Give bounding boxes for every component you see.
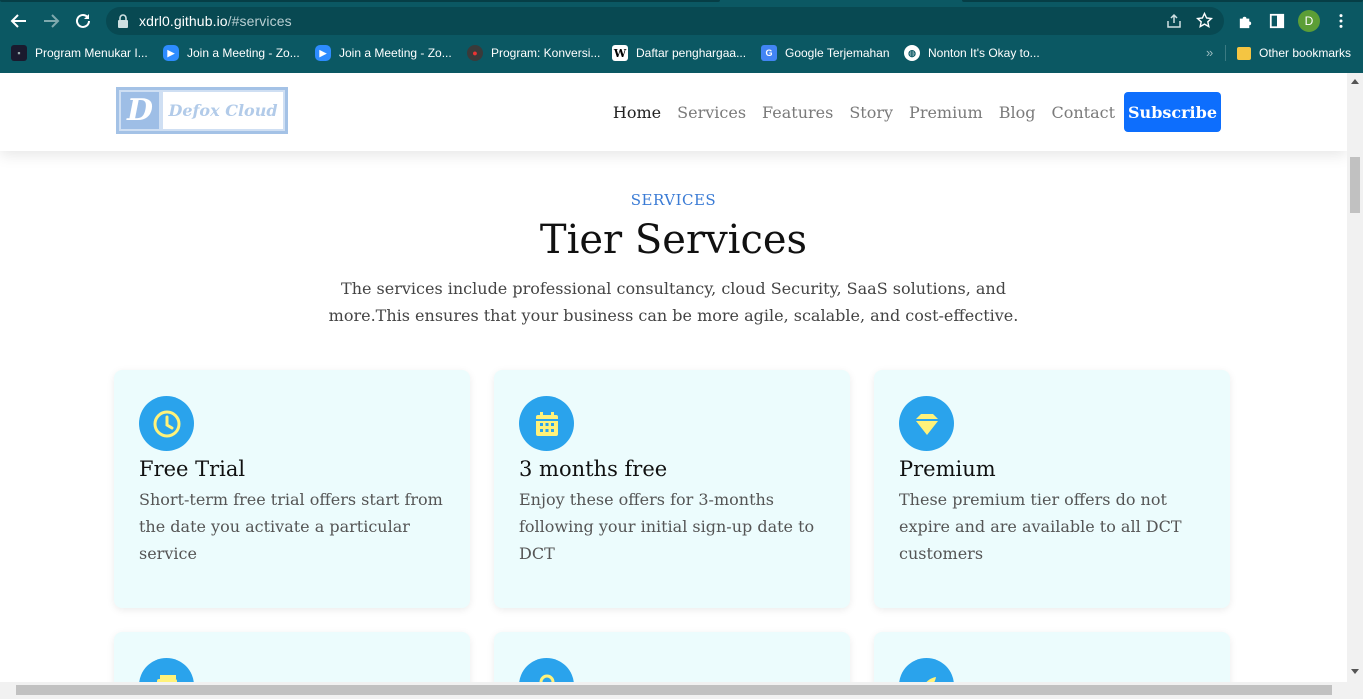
lock-icon (118, 14, 128, 28)
extensions-button[interactable] (1234, 10, 1256, 32)
address-bar[interactable]: xdrl0.github.io/#services (106, 7, 1224, 35)
side-panel-button[interactable] (1266, 10, 1288, 32)
card-title: 3 months free (519, 457, 668, 481)
google-translate-icon: G (761, 45, 777, 61)
bookmark-label: Join a Meeting - Zo... (339, 46, 452, 60)
bookmark-label: Join a Meeting - Zo... (187, 46, 300, 60)
bookmark-star-icon[interactable] (1196, 12, 1213, 29)
nav-link-contact[interactable]: Contact (1051, 103, 1115, 122)
browser-menu-button[interactable] (1330, 10, 1352, 32)
puzzle-icon (1239, 16, 1251, 28)
key-icon (519, 658, 574, 682)
bookmark-item[interactable]: W Daftar penghargaa... (612, 44, 746, 62)
service-card-free-trial[interactable]: Free Trial Short-term free trial offers … (114, 370, 470, 608)
service-card-3-months-free[interactable]: 3 months free Enjoy these offers for 3-m… (494, 370, 850, 608)
wikipedia-icon: W (612, 45, 628, 61)
back-button[interactable] (7, 9, 31, 33)
scroll-up-arrow[interactable] (1351, 79, 1359, 84)
share-icon[interactable] (1166, 13, 1182, 29)
other-bookmarks-label: Other bookmarks (1259, 46, 1352, 60)
folder-icon (1237, 46, 1251, 60)
clock-icon (139, 396, 194, 451)
bookmark-item[interactable]: G Google Terjemahan (761, 44, 890, 62)
arrow-right-icon (44, 14, 60, 28)
service-card[interactable] (494, 632, 850, 682)
card-description: Short-term free trial offers start from … (139, 490, 443, 563)
page-viewport: D Defox Cloud Home Services Features Sto… (0, 73, 1347, 682)
service-card[interactable] (874, 632, 1230, 682)
bookmark-label: Google Terjemahan (785, 46, 890, 60)
nav-link-home[interactable]: Home (613, 103, 661, 122)
url-text[interactable]: xdrl0.github.io/#services (139, 13, 292, 29)
wallet-icon (139, 658, 194, 682)
other-bookmarks-folder[interactable]: Other bookmarks (1237, 44, 1351, 62)
bookmark-item[interactable]: ◍ Nonton It's Okay to... (904, 44, 1040, 62)
nav-link-premium[interactable]: Premium (909, 103, 983, 122)
section-eyebrow: SERVICES (630, 191, 717, 209)
rocket-icon (899, 658, 954, 682)
vertical-scrollbar[interactable] (1347, 73, 1363, 682)
bookmarks-overflow-chevron[interactable]: » (1206, 45, 1213, 60)
scrollbar-thumb[interactable] (16, 685, 1332, 695)
side-panel-icon (1269, 13, 1285, 29)
site-navbar: D Defox Cloud Home Services Features Sto… (0, 73, 1347, 151)
forward-button[interactable] (39, 9, 63, 33)
gem-icon (899, 396, 954, 451)
bookmark-label: Program Menukar I... (35, 46, 148, 60)
browser-chrome: xdrl0.github.io/#services D ▪ Program Me… (0, 0, 1363, 73)
nav-link-story[interactable]: Story (849, 103, 893, 122)
arrow-left-icon (10, 14, 26, 28)
logo-mark: D (121, 92, 159, 129)
card-title: Premium (899, 457, 996, 481)
bookmark-item[interactable]: ▶ Join a Meeting - Zo... (163, 44, 300, 62)
nav-link-services[interactable]: Services (677, 103, 746, 122)
nav-link-features[interactable]: Features (762, 103, 833, 122)
bookmark-label: Daftar penghargaa... (636, 46, 747, 60)
card-title: Free Trial (139, 457, 246, 481)
reload-icon (76, 13, 90, 28)
subscribe-button[interactable]: Subscribe (1124, 92, 1221, 132)
card-description: Enjoy these offers for 3-months followin… (519, 490, 815, 563)
bookmarks-bar: ▪ Program Menukar I... ▶ Join a Meeting … (0, 40, 1363, 66)
scrollbar-thumb[interactable] (1350, 157, 1360, 213)
site-logo[interactable]: D Defox Cloud (116, 87, 288, 134)
service-card-premium[interactable]: Premium These premium tier offers do not… (874, 370, 1230, 608)
nav-link-blog[interactable]: Blog (999, 103, 1036, 122)
red-app-icon: ● (467, 45, 483, 61)
tab-strip (0, 0, 1363, 3)
logo-text: Defox Cloud (163, 92, 283, 129)
bookmark-item[interactable]: ▪ Program Menukar I... (11, 44, 148, 62)
bookmark-item[interactable]: ▶ Join a Meeting - Zo... (315, 44, 452, 62)
card-description: These premium tier offers do not expire … (899, 490, 1182, 563)
horizontal-scrollbar[interactable] (0, 682, 1363, 699)
bookmark-label: Nonton It's Okay to... (928, 46, 1040, 60)
bookmark-label: Program: Konversi... (491, 46, 601, 60)
section-title: Tier Services (539, 217, 808, 263)
kebab-menu-icon (1339, 14, 1343, 28)
bookmarks-divider (1225, 45, 1226, 61)
nav-menu: Home Services Features Story Premium Blo… (597, 92, 1221, 132)
reload-button[interactable] (71, 9, 95, 33)
scroll-down-arrow[interactable] (1351, 669, 1359, 674)
section-description: The services include professional consul… (328, 279, 1019, 325)
dark-app-icon: ▪ (11, 45, 27, 61)
globe-icon: ◍ (904, 45, 920, 61)
profile-avatar[interactable]: D (1298, 10, 1320, 32)
service-card[interactable] (114, 632, 470, 682)
zoom-icon: ▶ (163, 45, 179, 61)
bookmark-item[interactable]: ● Program: Konversi... (467, 44, 600, 62)
calendar-icon (519, 396, 574, 451)
zoom-icon: ▶ (315, 45, 331, 61)
